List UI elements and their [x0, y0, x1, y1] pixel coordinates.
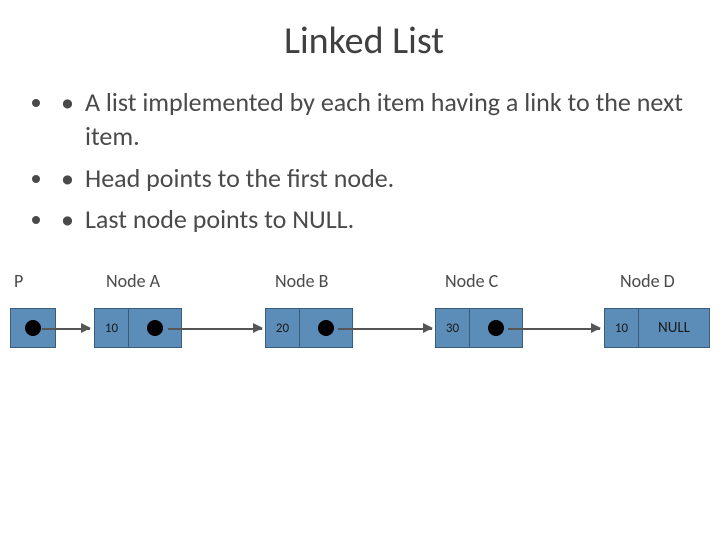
node-d-box: 10 NULL	[604, 308, 710, 348]
pointer-dot-icon	[488, 320, 504, 336]
bullet-list: A list implemented by each item having a…	[0, 76, 728, 237]
label-p: P	[14, 270, 23, 292]
bullet-item: A list implemented by each item having a…	[55, 86, 688, 154]
node-value: 10	[605, 309, 639, 347]
node-value: 20	[266, 309, 300, 347]
arrow-icon	[168, 328, 262, 330]
arrow-icon	[42, 328, 90, 330]
node-value: 10	[95, 309, 129, 347]
slide-title: Linked List	[0, 0, 728, 76]
label-node-d: Node D	[620, 270, 675, 292]
label-node-c: Node C	[445, 270, 498, 292]
label-node-a: Node A	[106, 270, 160, 292]
bullet-item: Head points to the first node.	[55, 162, 688, 196]
linked-list-diagram: P Node A Node B Node C Node D 10 20 30 1…	[0, 270, 728, 368]
node-boxes-row: 10 20 30 10 NULL	[0, 308, 728, 368]
node-value: 30	[436, 309, 470, 347]
node-null-terminal: NULL	[639, 319, 709, 337]
node-labels-row: P Node A Node B Node C Node D	[0, 270, 728, 300]
arrow-icon	[338, 328, 432, 330]
arrow-icon	[508, 328, 600, 330]
label-node-b: Node B	[275, 270, 328, 292]
bullet-item: Last node points to NULL.	[55, 203, 688, 237]
pointer-dot-icon	[25, 320, 41, 336]
pointer-dot-icon	[318, 320, 334, 336]
pointer-dot-icon	[147, 320, 163, 336]
